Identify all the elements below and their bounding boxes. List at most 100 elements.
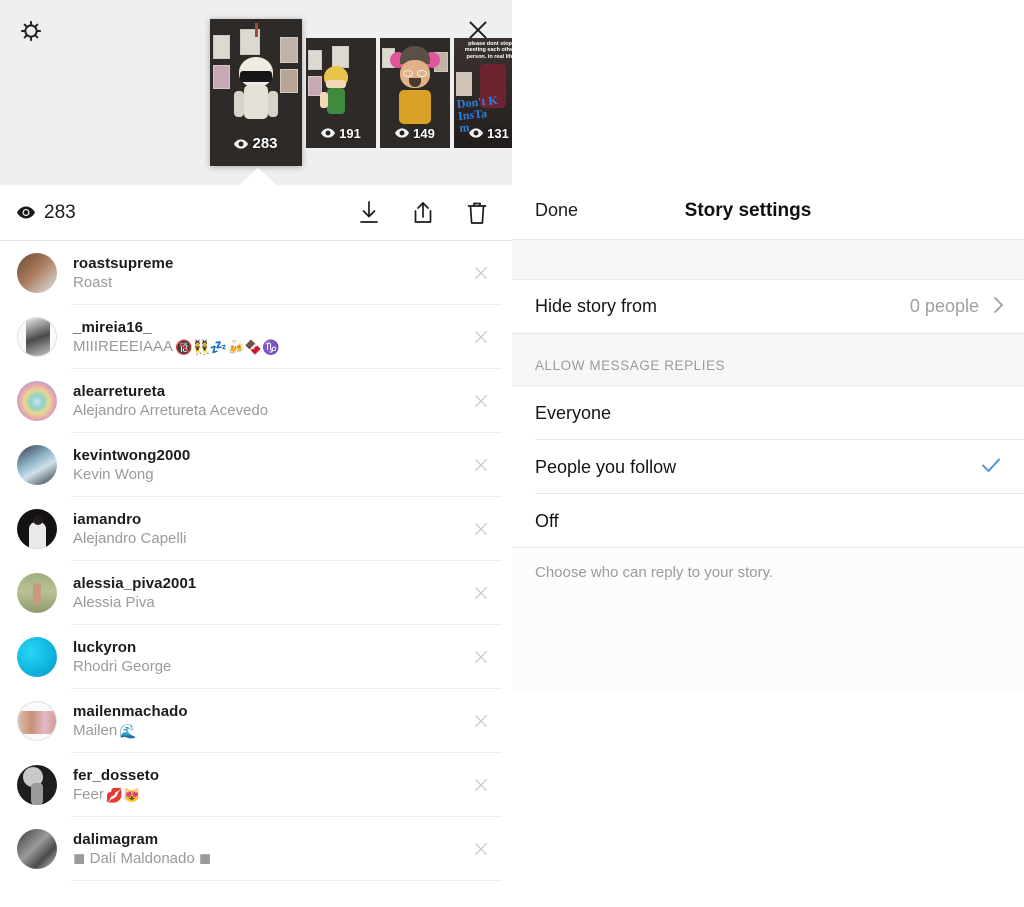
viewer-info: roastsupreme Roast [73, 254, 173, 293]
viewer-emoji: 🔞👯💤🍻🍫♑ [175, 338, 280, 355]
check-icon [980, 454, 1002, 480]
remove-viewer-icon[interactable] [470, 326, 492, 348]
list-item[interactable]: dalimagram ◼ Dalí Maldonado ◼ [0, 817, 512, 881]
toolbar-icons [356, 198, 490, 228]
settings-spacer [512, 240, 1024, 280]
viewer-username: roastsupreme [73, 254, 174, 272]
viewer-info: kevintwong2000 Kevin Wong [73, 446, 190, 485]
story-thumbnail-strip: 283 191 149 please dont stop meeting eac… [210, 0, 512, 185]
list-item[interactable]: mailenmachado Mailen 🌊 [0, 689, 512, 753]
viewer-info: dalimagram ◼ Dalí Maldonado ◼ [73, 830, 213, 869]
story-thumbnail[interactable]: please dont stop meeting each other pers… [454, 37, 512, 148]
hide-story-from-label: Hide story from [535, 296, 658, 316]
hide-story-from-value: 0 people [909, 296, 979, 316]
list-item[interactable]: iamandro Alejandro Capelli [0, 497, 512, 561]
story-settings-pane: Done Story settings Hide story from 0 pe… [512, 0, 1024, 907]
viewer-fullname: ◼ Dalí Maldonado ◼ [73, 849, 212, 867]
viewer-username: mailenmachado [73, 702, 188, 720]
hide-story-from-value-group: 0 people [910, 296, 1004, 318]
list-item[interactable]: kevintwong2000 Kevin Wong [0, 433, 512, 497]
chevron-right-icon [993, 296, 1004, 318]
page-title: Story settings [684, 199, 812, 221]
avatar[interactable] [17, 445, 57, 485]
avatar[interactable] [17, 637, 57, 677]
remove-viewer-icon[interactable] [470, 710, 492, 732]
viewer-info: _mireia16_ MIIIREEEIAAA 🔞👯💤🍻🍫♑ [73, 318, 280, 357]
reply-option-label: People you follow [535, 456, 677, 477]
story-thumbnail-caption: please dont stop meeting each other pers… [464, 40, 512, 60]
trash-icon[interactable] [464, 198, 490, 228]
story-actions-toolbar: 283 [0, 185, 512, 241]
viewers-count-value: 283 [44, 201, 76, 223]
allow-message-replies-section-header: ALLOW MESSAGE REPLIES [512, 334, 1024, 386]
avatar[interactable] [17, 317, 57, 357]
avatar[interactable] [17, 381, 57, 421]
story-viewers-pane: 283 191 149 please dont stop meeting eac… [0, 0, 512, 907]
viewer-fullname: MIIIREEEIAAA 🔞👯💤🍻🍫♑ [73, 337, 280, 355]
viewer-info: fer_dosseto Feer 💋😻 [73, 766, 159, 805]
viewer-info: alessia_piva2001 Alessia Piva [73, 574, 196, 613]
story-thumbnail[interactable]: 191 [306, 37, 376, 148]
reply-option-off[interactable]: Off [512, 494, 1024, 548]
viewer-username: fer_dosseto [73, 766, 160, 784]
reply-option-label: Everyone [535, 402, 612, 423]
remove-viewer-icon[interactable] [470, 262, 492, 284]
story-view-count: 149 [380, 126, 450, 141]
viewer-username: alearretureta [73, 382, 166, 400]
viewer-fullname: Feer 💋😻 [73, 785, 141, 803]
list-item[interactable]: roastsupreme Roast [0, 241, 512, 305]
selected-story-pointer [238, 168, 278, 186]
hide-story-from-row[interactable]: Hide story from 0 people [512, 280, 1024, 334]
remove-viewer-icon[interactable] [470, 518, 492, 540]
viewer-username: kevintwong2000 [73, 446, 191, 464]
share-icon[interactable] [410, 198, 436, 228]
list-item[interactable]: alearretureta Alejandro Arretureta Aceve… [0, 369, 512, 433]
avatar[interactable] [17, 765, 57, 805]
remove-viewer-icon[interactable] [470, 838, 492, 860]
story-view-count-value: 149 [413, 125, 435, 141]
viewer-username: dalimagram [73, 830, 159, 848]
list-separator [71, 880, 502, 881]
reply-option-people-you-follow[interactable]: People you follow [512, 440, 1024, 494]
done-button[interactable]: Done [535, 200, 578, 221]
viewer-username: _mireia16_ [73, 318, 152, 336]
avatar[interactable] [17, 509, 57, 549]
list-item[interactable]: alessia_piva2001 Alessia Piva [0, 561, 512, 625]
story-thumbnail[interactable]: 283 [210, 19, 302, 166]
remove-viewer-icon[interactable] [470, 390, 492, 412]
viewer-info: iamandro Alejandro Capelli [73, 510, 188, 549]
viewer-info: mailenmachado Mailen 🌊 [73, 702, 188, 741]
reply-option-everyone[interactable]: Everyone [512, 386, 1024, 440]
remove-viewer-icon[interactable] [470, 774, 492, 796]
viewer-list: roastsupreme Roast _mireia16_ MIIIREEEIA… [0, 241, 512, 881]
list-item[interactable]: fer_dosseto Feer 💋😻 [0, 753, 512, 817]
story-header: 283 191 149 please dont stop meeting eac… [0, 0, 512, 186]
list-item[interactable]: _mireia16_ MIIIREEEIAAA 🔞👯💤🍻🍫♑ [0, 305, 512, 369]
story-insights-screen: 283 191 149 please dont stop meeting eac… [0, 0, 1024, 907]
viewers-count: 283 [17, 202, 76, 224]
story-view-count: 131 [454, 126, 512, 141]
viewer-fullname: Roast [73, 273, 113, 291]
viewer-info: alearretureta Alejandro Arretureta Aceve… [73, 382, 270, 421]
list-item[interactable]: luckyron Rhodri George [0, 625, 512, 689]
remove-viewer-icon[interactable] [470, 454, 492, 476]
avatar[interactable] [17, 701, 57, 741]
avatar[interactable] [17, 253, 57, 293]
eye-icon [17, 206, 35, 219]
remove-viewer-icon[interactable] [470, 582, 492, 604]
viewer-username: alessia_piva2001 [73, 574, 197, 592]
story-settings-sheet: Done Story settings Hide story from 0 pe… [512, 182, 1024, 690]
avatar[interactable] [17, 829, 57, 869]
story-view-count-value: 283 [252, 135, 278, 152]
story-thumbnail[interactable]: 149 [380, 37, 450, 148]
section-label: ALLOW MESSAGE REPLIES [535, 358, 726, 373]
viewer-fullname: Alessia Piva [73, 593, 155, 611]
story-view-count: 283 [210, 135, 302, 152]
gear-icon[interactable] [16, 16, 46, 46]
viewer-info: luckyron Rhodri George [73, 638, 173, 677]
download-icon[interactable] [356, 198, 382, 228]
viewer-username: iamandro [73, 510, 142, 528]
remove-viewer-icon[interactable] [470, 646, 492, 668]
settings-navbar: Done Story settings [512, 182, 1024, 240]
avatar[interactable] [17, 573, 57, 613]
